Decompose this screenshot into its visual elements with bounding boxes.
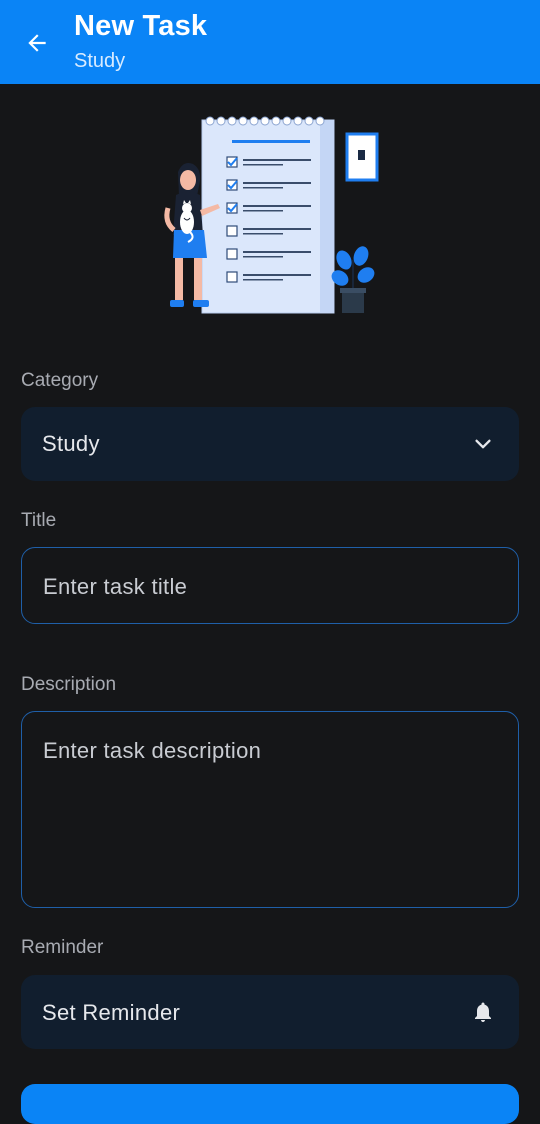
page-subtitle: Study <box>74 50 126 72</box>
save-task-button[interactable] <box>21 1084 519 1124</box>
chevron-down-icon <box>469 430 497 458</box>
category-value: Study <box>42 431 100 456</box>
title-field[interactable]: Enter task title <box>21 547 519 624</box>
title-label: Title <box>21 510 57 531</box>
title-input[interactable]: Enter task title <box>43 574 187 600</box>
arrow-left-icon <box>28 34 46 52</box>
reminder-label: Reminder <box>21 937 104 958</box>
category-label: Category <box>21 370 99 391</box>
description-input[interactable]: Enter task description <box>43 738 261 764</box>
task-checklist-illustration <box>160 110 390 320</box>
description-label: Description <box>21 674 117 695</box>
reminder-button[interactable]: Set Reminder <box>21 975 519 1049</box>
bell-icon <box>469 998 497 1026</box>
description-field[interactable]: Enter task description <box>21 711 519 908</box>
page-title: New Task <box>74 10 208 42</box>
category-dropdown[interactable]: Study <box>21 407 519 481</box>
back-button[interactable] <box>16 22 58 64</box>
app-bar: New Task Study <box>0 0 540 84</box>
reminder-value: Set Reminder <box>42 1000 181 1025</box>
